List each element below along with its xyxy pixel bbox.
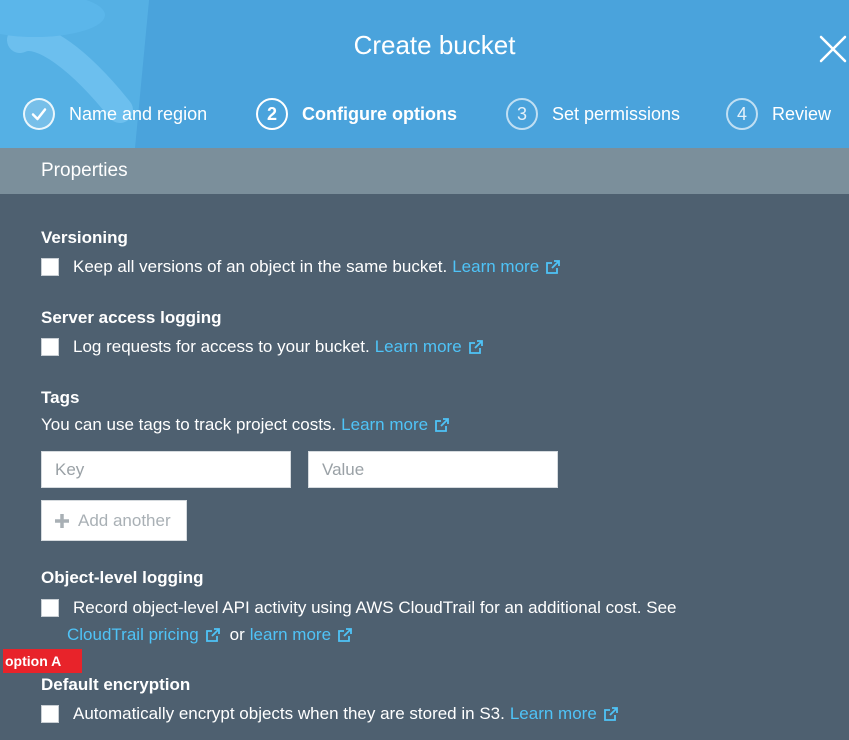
close-button[interactable]	[818, 34, 848, 64]
access-logging-checkbox[interactable]	[41, 338, 59, 356]
checkmark-icon	[23, 98, 55, 130]
tag-value-input[interactable]	[308, 451, 558, 488]
versioning-title: Versioning	[41, 228, 128, 247]
access-logging-row: Log requests for access to your bucket. …	[41, 337, 485, 357]
external-link-icon[interactable]	[336, 626, 354, 644]
tags-title: Tags	[41, 388, 80, 407]
option-a-annotation: option A	[3, 649, 82, 673]
step-label: Set permissions	[552, 103, 681, 124]
plus-icon	[55, 513, 69, 528]
encryption-text: Automatically encrypt objects when they …	[73, 704, 505, 723]
tags-learn-more-link[interactable]: Learn more	[341, 415, 428, 435]
external-link-icon[interactable]	[433, 416, 451, 434]
tags-text: You can use tags to track project costs.	[41, 415, 337, 434]
step-label: Review	[772, 103, 832, 124]
or-text: or	[229, 625, 245, 644]
dialog-title: Create bucket	[353, 30, 516, 60]
add-another-tag-button[interactable]: Add another	[41, 500, 187, 541]
object-logging-checkbox[interactable]	[41, 599, 59, 617]
encryption-title: Default encryption	[41, 675, 191, 694]
object-logging-row: Record object-level API activity using A…	[41, 598, 676, 618]
step-label: Configure options	[302, 103, 457, 124]
object-logging-text: Record object-level API activity using A…	[73, 598, 677, 617]
object-logging-learn-more-link[interactable]: learn more	[250, 625, 331, 645]
external-link-icon[interactable]	[467, 338, 485, 356]
step-configure-options[interactable]: 2 Configure options	[256, 96, 457, 132]
tags-description-row: You can use tags to track project costs.…	[41, 415, 451, 435]
step-label: Name and region	[69, 103, 208, 124]
cloudtrail-pricing-link[interactable]: CloudTrail pricing	[67, 625, 199, 645]
step-number: 4	[726, 98, 758, 130]
step-number: 3	[506, 98, 538, 130]
step-set-permissions[interactable]: 3 Set permissions	[506, 96, 680, 132]
close-icon[interactable]	[818, 34, 848, 64]
versioning-text: Keep all versions of an object in the sa…	[73, 257, 448, 276]
external-link-icon[interactable]	[602, 705, 620, 723]
external-link-icon[interactable]	[544, 258, 562, 276]
step-name-and-region[interactable]: Name and region	[23, 96, 207, 132]
access-logging-learn-more-link[interactable]: Learn more	[375, 337, 462, 357]
object-logging-links-row: CloudTrail pricing or learn more	[67, 625, 354, 645]
encryption-learn-more-link[interactable]: Learn more	[510, 704, 597, 724]
step-review[interactable]: 4 Review	[726, 96, 831, 132]
versioning-checkbox[interactable]	[41, 258, 59, 276]
step-number: 2	[256, 98, 288, 130]
tag-key-input[interactable]	[41, 451, 291, 488]
properties-bar: Properties	[0, 148, 849, 194]
access-logging-text: Log requests for access to your bucket.	[73, 337, 370, 356]
dialog-header: Create bucket Name and region 2 Configur…	[0, 0, 849, 148]
versioning-row: Keep all versions of an object in the sa…	[41, 257, 562, 277]
properties-title: Properties	[41, 160, 128, 181]
add-another-label: Add another	[78, 510, 171, 530]
versioning-learn-more-link[interactable]: Learn more	[452, 257, 539, 277]
wizard-steps: Name and region 2 Configure options 3 Se…	[0, 96, 849, 132]
access-logging-title: Server access logging	[41, 308, 222, 327]
encryption-row: Automatically encrypt objects when they …	[41, 704, 620, 724]
object-logging-title: Object-level logging	[41, 568, 204, 587]
encryption-checkbox[interactable]	[41, 705, 59, 723]
external-link-icon[interactable]	[204, 626, 222, 644]
